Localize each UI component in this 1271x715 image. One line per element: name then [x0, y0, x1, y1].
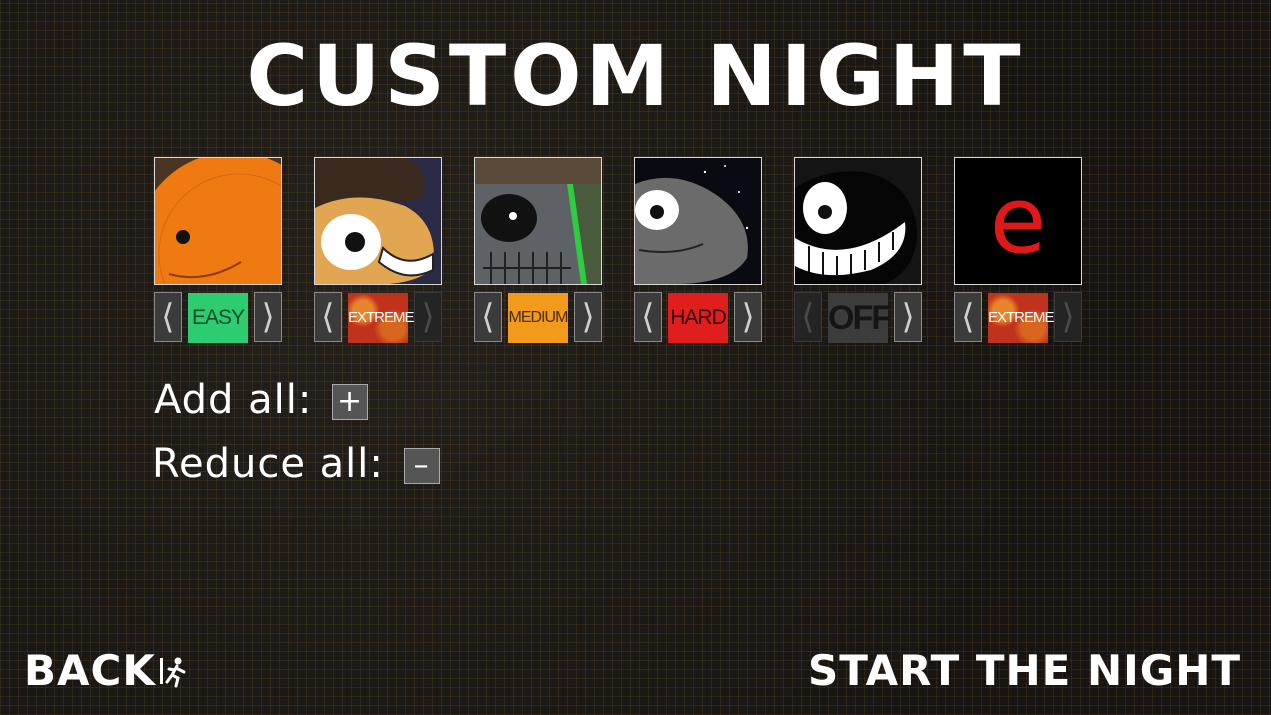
difficulty-level-2: EXTREME: [348, 293, 415, 343]
increase-arrow-1[interactable]: ⟩: [254, 292, 282, 342]
decrease-arrow-4[interactable]: ⟨: [634, 292, 662, 342]
difficulty-level-6: EXTREME: [988, 293, 1055, 343]
character-portrait-6: e: [954, 157, 1082, 285]
difficulty-level-3: MEDIUM: [508, 293, 568, 343]
character-portrait-1: [154, 157, 282, 285]
decrease-arrow-2[interactable]: ⟨: [314, 292, 342, 342]
decrease-arrow-5[interactable]: ⟨: [794, 292, 822, 342]
difficulty-control-5: ⟨ OFF ⟩: [794, 292, 922, 344]
add-all-label: Add all:: [154, 377, 313, 423]
running-man-icon: [158, 647, 192, 701]
difficulty-control-1: ⟨ EASY ⟩: [154, 292, 282, 344]
reduce-all-label: Reduce all:: [152, 441, 384, 487]
character-portrait-5: [794, 157, 922, 285]
reduce-all-button[interactable]: –: [403, 448, 440, 484]
character-portrait-4: [634, 157, 762, 285]
difficulty-level-1: EASY: [188, 293, 248, 343]
back-label: BACK: [24, 646, 156, 695]
difficulty-control-3: ⟨ MEDIUM ⟩: [474, 292, 602, 344]
start-night-button[interactable]: START THE NIGHT: [808, 644, 1241, 698]
difficulty-level-5: OFF: [828, 293, 892, 343]
increase-arrow-4[interactable]: ⟩: [734, 292, 762, 342]
difficulty-control-2: ⟨ EXTREME ⟩: [314, 292, 442, 344]
increase-arrow-2[interactable]: ⟩: [414, 292, 442, 342]
add-all-button[interactable]: +: [332, 384, 369, 420]
character-portrait-2: [314, 157, 442, 285]
decrease-arrow-6[interactable]: ⟨: [954, 292, 982, 342]
page-title: CUSTOM NIGHT: [246, 27, 1025, 125]
difficulty-level-4: HARD: [668, 293, 728, 343]
difficulty-control-6: ⟨ EXTREME ⟩: [954, 292, 1082, 344]
decrease-arrow-3[interactable]: ⟨: [474, 292, 502, 342]
difficulty-control-4: ⟨ HARD ⟩: [634, 292, 762, 344]
increase-arrow-5[interactable]: ⟩: [894, 292, 922, 342]
reduce-all-row: Reduce all: –: [152, 440, 440, 488]
increase-arrow-6[interactable]: ⟩: [1054, 292, 1082, 342]
back-button[interactable]: BACK: [24, 644, 192, 701]
portrait-letter: e: [990, 167, 1047, 274]
decrease-arrow-1[interactable]: ⟨: [154, 292, 182, 342]
add-all-row: Add all: +: [154, 376, 369, 424]
character-portrait-3: [474, 157, 602, 285]
increase-arrow-3[interactable]: ⟩: [574, 292, 602, 342]
